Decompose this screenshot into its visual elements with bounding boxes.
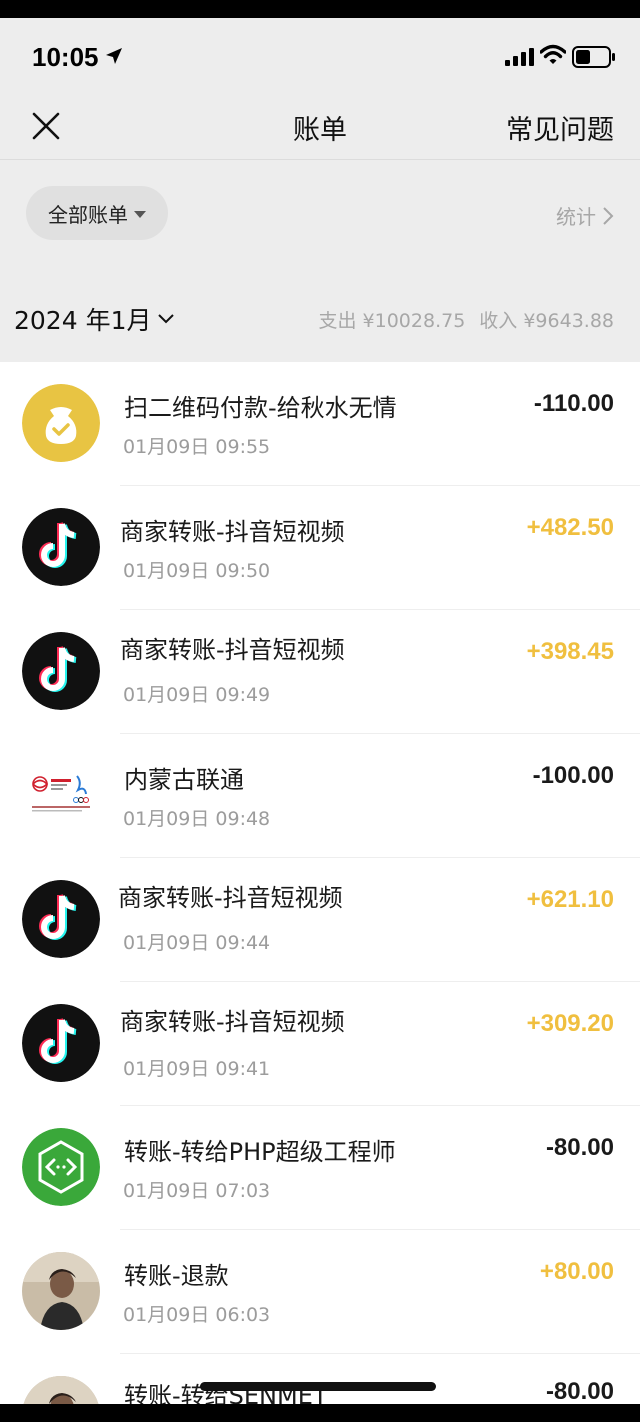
income-total: 收入 ¥9643.88 [479, 310, 614, 332]
chevron-down-icon [158, 314, 175, 324]
tiktok-icon [22, 632, 100, 710]
tiktok-icon [22, 508, 100, 586]
faq-button[interactable]: 常见问题 [506, 108, 614, 147]
china-unicom-logo [22, 756, 100, 834]
transaction-time: 01月09日 09:49 [123, 684, 271, 706]
transaction-time: 01月09日 06:03 [123, 1304, 271, 1326]
transaction-time: 01月09日 09:44 [123, 932, 271, 954]
transaction-amount: +309.20 [526, 1010, 614, 1037]
screen-bottom-edge [0, 1404, 640, 1422]
home-indicator[interactable] [200, 1382, 436, 1391]
transaction-row[interactable]: 商家转账-抖音短视频 01月09日 09:44 +621.10 [0, 858, 640, 982]
transaction-time: 01月09日 09:48 [123, 808, 271, 830]
location-arrow-icon [106, 48, 122, 64]
tiktok-icon [22, 880, 100, 958]
month-summary: 支出 ¥10028.75 收入 ¥9643.88 [319, 306, 615, 333]
person-photo-avatar [22, 1252, 100, 1330]
screen-top-edge [0, 0, 640, 18]
transaction-row[interactable]: 内蒙古联通 01月09日 09:48 -100.00 [0, 734, 640, 858]
transaction-row[interactable]: 商家转账-抖音短视频 01月09日 09:49 +398.45 [0, 610, 640, 734]
transaction-time: 01月09日 09:41 [123, 1058, 271, 1080]
transaction-row[interactable]: 转账-退款 01月09日 06:03 +80.00 [0, 1230, 640, 1354]
battery-icon [572, 46, 615, 68]
transaction-time: 01月09日 09:55 [123, 436, 271, 458]
month-selector[interactable]: 2024 年1月 [14, 301, 175, 337]
filter-label: 全部账单 [48, 202, 128, 227]
status-time: 10:05 [32, 42, 99, 72]
money-bag-icon [22, 384, 100, 462]
transaction-amount: -110.00 [533, 390, 614, 417]
transaction-title: 内蒙古联通 [124, 766, 244, 794]
transaction-amount: +482.50 [526, 514, 614, 541]
transaction-title: 商家转账-抖音短视频 [120, 1008, 345, 1036]
statistics-label: 统计 [556, 205, 596, 229]
transaction-row[interactable]: 扫二维码付款-给秋水无情 01月09日 09:55 -110.00 [0, 362, 640, 486]
month-label: 2024 年1月 [14, 306, 152, 335]
tiktok-icon [22, 1004, 100, 1082]
transaction-title: 商家转账-抖音短视频 [118, 884, 343, 912]
transaction-list: 扫二维码付款-给秋水无情 01月09日 09:55 -110.00 商家转账-抖… [0, 362, 640, 1422]
transaction-amount: -80.00 [545, 1378, 614, 1405]
statistics-link[interactable]: 统计 [556, 201, 614, 230]
filter-bar: 全部账单 统计 [0, 161, 640, 267]
transaction-time: 01月09日 09:50 [123, 560, 271, 582]
chevron-right-icon [603, 206, 614, 225]
code-hexagon-avatar [22, 1128, 100, 1206]
caret-down-icon [134, 210, 146, 218]
transaction-row[interactable]: 转账-转给PHP超级工程师 01月09日 07:03 -80.00 [0, 1106, 640, 1230]
transaction-amount: -100.00 [532, 762, 614, 789]
transaction-amount: -80.00 [545, 1134, 614, 1161]
status-bar: 10:05 [0, 18, 640, 98]
all-bills-filter-button[interactable]: 全部账单 [26, 186, 168, 240]
navigation-bar: 账单 常见问题 [0, 98, 640, 160]
cellular-signal-icon [505, 48, 534, 66]
transaction-title: 商家转账-抖音短视频 [120, 518, 345, 546]
transaction-title: 扫二维码付款-给秋水无情 [124, 394, 397, 422]
transaction-amount: +398.45 [526, 638, 614, 665]
transaction-amount: +621.10 [526, 886, 614, 913]
month-header: 2024 年1月 支出 ¥10028.75 收入 ¥9643.88 [0, 267, 640, 362]
expense-total: 支出 ¥10028.75 [318, 310, 466, 332]
transaction-amount: +80.00 [539, 1258, 614, 1285]
transaction-title: 转账-退款 [124, 1262, 229, 1290]
transaction-time: 01月09日 07:03 [123, 1180, 271, 1202]
transaction-row[interactable]: 商家转账-抖音短视频 01月09日 09:41 +309.20 [0, 982, 640, 1106]
transaction-title: 转账-转给PHP超级工程师 [124, 1138, 396, 1166]
transaction-title: 商家转账-抖音短视频 [120, 636, 345, 664]
transaction-row[interactable]: 商家转账-抖音短视频 01月09日 09:50 +482.50 [0, 486, 640, 610]
wifi-icon [540, 44, 566, 64]
